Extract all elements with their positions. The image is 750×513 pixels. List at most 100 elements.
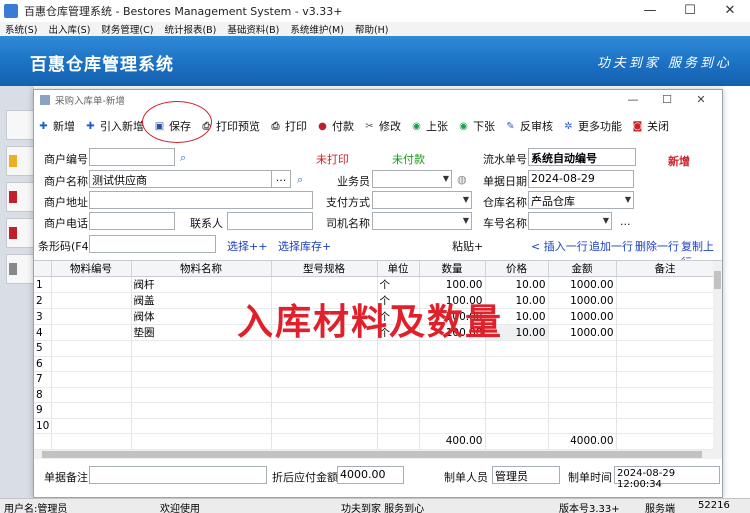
phone-input[interactable] bbox=[89, 212, 175, 230]
table-cell[interactable] bbox=[419, 418, 486, 434]
table-cell[interactable] bbox=[271, 418, 378, 434]
save-button[interactable]: ▣ 保存 bbox=[150, 115, 195, 137]
table-cell[interactable] bbox=[271, 308, 378, 325]
table-cell[interactable]: 100.00 bbox=[419, 292, 486, 309]
more-button[interactable]: ✲ 更多功能 bbox=[559, 115, 626, 137]
table-cell[interactable]: 10.00 bbox=[485, 308, 549, 325]
table-row[interactable]: 3 阀体 个 100.00 10.00 1000.00 bbox=[34, 308, 715, 325]
browse-button[interactable]: ... bbox=[271, 170, 291, 188]
table-cell[interactable]: 100.00 bbox=[419, 308, 486, 325]
table-cell[interactable] bbox=[51, 324, 132, 341]
table-row[interactable]: 8 bbox=[34, 387, 715, 403]
table-cell[interactable] bbox=[51, 418, 132, 434]
col-header[interactable]: 金额 bbox=[548, 261, 617, 277]
table-cell[interactable]: 10.00 bbox=[485, 292, 549, 309]
table-cell[interactable]: 1000.00 bbox=[548, 324, 617, 341]
table-cell[interactable] bbox=[131, 340, 272, 357]
unapprove-button[interactable]: ✎ 反审核 bbox=[501, 115, 557, 137]
table-cell[interactable] bbox=[131, 356, 272, 372]
print-button[interactable]: ⎙ 打印 bbox=[266, 115, 311, 137]
table-cell[interactable] bbox=[51, 356, 132, 372]
menu-finance[interactable]: 财务管理(C) bbox=[101, 22, 153, 36]
table-cell[interactable] bbox=[616, 340, 715, 357]
table-cell[interactable] bbox=[548, 387, 617, 403]
table-cell[interactable]: 1000.00 bbox=[548, 308, 617, 325]
insert-row-link[interactable]: < 插入一行 bbox=[531, 238, 588, 254]
table-cell[interactable]: 10.00 bbox=[485, 324, 549, 341]
plate-select[interactable]: ▼ bbox=[528, 212, 612, 230]
side-tile[interactable] bbox=[6, 110, 34, 140]
menu-reports[interactable]: 统计报表(B) bbox=[164, 22, 216, 36]
col-header[interactable]: 物料名称 bbox=[131, 261, 272, 277]
print-preview-button[interactable]: ⎙ 打印预览 bbox=[197, 115, 264, 137]
table-cell[interactable] bbox=[377, 356, 420, 372]
time-input[interactable]: 2024-08-29 12:00:34 bbox=[614, 466, 720, 490]
search-icon[interactable]: ⌕ bbox=[180, 151, 186, 165]
table-cell[interactable] bbox=[51, 371, 132, 388]
table-cell[interactable]: 个 bbox=[377, 276, 420, 293]
table-cell[interactable] bbox=[377, 402, 420, 419]
menu-help[interactable]: 帮助(H) bbox=[355, 22, 389, 36]
table-cell[interactable] bbox=[131, 418, 272, 434]
table-cell[interactable] bbox=[271, 356, 378, 372]
table-cell[interactable]: 个 bbox=[377, 292, 420, 309]
menu-basic-data[interactable]: 基础资料(B) bbox=[227, 22, 279, 36]
table-row[interactable]: 6 bbox=[34, 356, 715, 372]
edit-button[interactable]: ✂ 修改 bbox=[360, 115, 405, 137]
table-cell[interactable] bbox=[616, 371, 715, 388]
append-row-link[interactable]: 追加一行 bbox=[589, 238, 633, 254]
table-cell[interactable] bbox=[616, 276, 715, 293]
table-row[interactable]: 7 bbox=[34, 371, 715, 388]
address-input[interactable] bbox=[89, 191, 313, 209]
dialog-maximize-icon[interactable]: ☐ bbox=[650, 90, 684, 110]
table-cell[interactable] bbox=[485, 371, 549, 388]
table-cell[interactable] bbox=[485, 418, 549, 434]
select-pp-link[interactable]: 选择++ bbox=[227, 238, 267, 254]
table-cell[interactable] bbox=[548, 356, 617, 372]
table-row[interactable]: 2 阀盖 个 100.00 10.00 1000.00 bbox=[34, 292, 715, 309]
supplier-code-input[interactable] bbox=[89, 148, 175, 166]
minimize-icon[interactable]: — bbox=[630, 0, 670, 22]
col-header[interactable]: 价格 bbox=[485, 261, 549, 277]
supplier-name-input[interactable]: 测试供应商 bbox=[89, 170, 291, 188]
table-cell[interactable] bbox=[377, 387, 420, 403]
dialog-close-icon[interactable]: ✕ bbox=[684, 90, 718, 110]
table-cell[interactable] bbox=[548, 371, 617, 388]
table-cell[interactable] bbox=[131, 387, 272, 403]
warehouse-select[interactable]: 产品仓库 ▼ bbox=[528, 191, 634, 209]
table-cell[interactable] bbox=[51, 402, 132, 419]
table-cell[interactable] bbox=[377, 418, 420, 434]
table-cell[interactable] bbox=[271, 402, 378, 419]
scroll-thumb[interactable] bbox=[714, 271, 721, 289]
payment-method-select[interactable]: ▼ bbox=[372, 191, 472, 209]
table-cell[interactable]: 垫圈 bbox=[131, 324, 272, 341]
import-new-button[interactable]: ✚ 引入新增 bbox=[81, 115, 148, 137]
paste-link[interactable]: 粘贴+ bbox=[452, 238, 483, 254]
table-cell[interactable] bbox=[548, 402, 617, 419]
table-cell[interactable] bbox=[548, 418, 617, 434]
col-header[interactable]: 数量 bbox=[419, 261, 486, 277]
table-cell[interactable]: 阀盖 bbox=[131, 292, 272, 309]
side-tile[interactable] bbox=[6, 254, 34, 284]
serial-input[interactable]: 系统自动编号 bbox=[528, 148, 636, 166]
table-cell[interactable] bbox=[419, 387, 486, 403]
table-cell[interactable] bbox=[485, 402, 549, 419]
payment-button[interactable]: ● 付款 bbox=[313, 115, 358, 137]
table-cell[interactable] bbox=[271, 387, 378, 403]
col-header[interactable]: 型号规格 bbox=[271, 261, 378, 277]
table-cell[interactable]: 10.00 bbox=[485, 276, 549, 293]
table-cell[interactable]: 1000.00 bbox=[548, 292, 617, 309]
side-tile[interactable] bbox=[6, 182, 34, 212]
table-cell[interactable]: 100.00 bbox=[419, 276, 486, 293]
close-button[interactable]: ◙ 关闭 bbox=[628, 115, 673, 137]
discount-input[interactable]: 4000.00 bbox=[337, 466, 404, 484]
table-cell[interactable]: 阀杆 bbox=[131, 276, 272, 293]
menu-maintenance[interactable]: 系统维护(M) bbox=[290, 22, 344, 36]
remark-input[interactable] bbox=[89, 466, 267, 484]
close-icon[interactable]: ✕ bbox=[710, 0, 750, 22]
table-cell[interactable] bbox=[271, 371, 378, 388]
dialog-minimize-icon[interactable]: — bbox=[616, 90, 650, 110]
eraser-icon[interactable]: ◍ bbox=[457, 173, 467, 186]
select-stock-link[interactable]: 选择库存+ bbox=[278, 238, 331, 254]
vertical-scrollbar[interactable] bbox=[713, 261, 722, 451]
